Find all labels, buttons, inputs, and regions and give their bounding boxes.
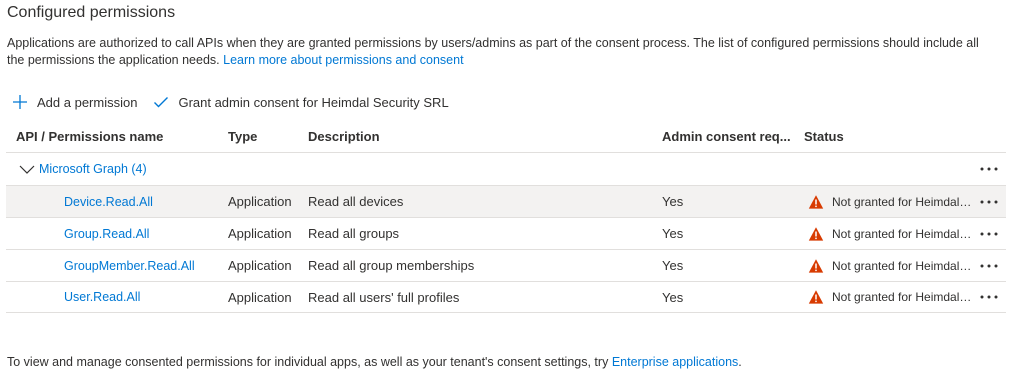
grant-admin-consent-button[interactable]: Grant admin consent for Heimdal Security…	[151, 92, 449, 112]
type-cell: Application	[228, 258, 292, 273]
admin-consent-cell: Yes	[662, 289, 684, 305]
warning-icon	[808, 226, 824, 242]
permission-link[interactable]: GroupMember.Read.All	[64, 250, 195, 281]
table-row[interactable]: Device.Read.All Application Read all dev…	[6, 185, 1006, 217]
description-cell: Read all group memberships	[308, 258, 475, 273]
warning-icon	[808, 194, 824, 210]
type-cell: Application	[228, 289, 292, 305]
group-row-microsoft-graph: Microsoft Graph (4)	[6, 153, 1006, 185]
more-cell	[976, 250, 1002, 281]
footer-note: To view and manage consented permissions…	[7, 355, 742, 369]
permission-link[interactable]: Device.Read.All	[64, 186, 153, 217]
more-icon[interactable]	[977, 192, 1001, 212]
status-cell: Not granted for Heimdal Security SRL	[804, 218, 974, 249]
section-title: Configured permissions	[7, 4, 176, 21]
group-more-cell	[976, 153, 1002, 185]
more-cell	[976, 282, 1002, 312]
warning-icon	[808, 289, 824, 305]
plus-icon	[10, 92, 30, 112]
status-text: Not granted for Heimdal Security SRL	[832, 290, 972, 304]
table-row[interactable]: Group.Read.All Application Read all grou…	[6, 217, 1006, 249]
column-header-admin-consent[interactable]: Admin consent req...	[662, 120, 802, 152]
warning-icon	[808, 258, 824, 274]
section-description: Applications are authorized to call APIs…	[7, 35, 997, 69]
permission-link[interactable]: Group.Read.All	[64, 218, 149, 249]
add-permission-button[interactable]: Add a permission	[10, 92, 137, 112]
table-row[interactable]: GroupMember.Read.All Application Read al…	[6, 249, 1006, 281]
status-text: Not granted for Heimdal Security SRL	[832, 258, 972, 273]
table-header: API / Permissions name Type Description …	[6, 120, 1006, 153]
description-cell: Read all devices	[308, 194, 404, 209]
toolbar: Add a permission Grant admin consent for…	[10, 90, 463, 114]
status-text: Not granted for Heimdal Security SRL	[832, 194, 972, 209]
status-cell: Not granted for Heimdal Security SRL	[804, 186, 974, 217]
enterprise-applications-link[interactable]: Enterprise applications	[612, 355, 738, 369]
type-cell: Application	[228, 194, 292, 209]
column-header-api[interactable]: API / Permissions name	[16, 120, 221, 152]
more-icon[interactable]	[977, 287, 1001, 307]
status-cell: Not granted for Heimdal Security SRL	[804, 282, 974, 312]
checkmark-icon	[151, 92, 171, 112]
description-text: Applications are authorized to call APIs…	[7, 36, 979, 67]
grant-admin-consent-label: Grant admin consent for Heimdal Security…	[178, 94, 449, 110]
footer-text: To view and manage consented permissions…	[7, 355, 609, 369]
more-icon[interactable]	[977, 159, 1001, 179]
status-text: Not granted for Heimdal Security SRL	[832, 226, 972, 241]
column-header-status[interactable]: Status	[804, 120, 974, 152]
admin-consent-cell: Yes	[662, 226, 684, 241]
type-cell: Application	[228, 226, 292, 241]
column-header-type[interactable]: Type	[228, 120, 306, 152]
more-cell	[976, 218, 1002, 249]
more-icon[interactable]	[977, 224, 1001, 244]
group-toggle[interactable]: Microsoft Graph (4)	[19, 153, 147, 185]
group-label: Microsoft Graph (4)	[39, 162, 147, 176]
description-cell: Read all groups	[308, 226, 400, 241]
more-icon[interactable]	[977, 256, 1001, 276]
status-cell: Not granted for Heimdal Security SRL	[804, 250, 974, 281]
column-header-description[interactable]: Description	[308, 120, 658, 152]
more-cell	[976, 186, 1002, 217]
permissions-table: API / Permissions name Type Description …	[6, 120, 1006, 313]
permission-link[interactable]: User.Read.All	[64, 282, 140, 312]
learn-more-link[interactable]: Learn more about permissions and consent	[223, 53, 463, 67]
table-row[interactable]: User.Read.All Application Read all users…	[6, 281, 1006, 313]
add-permission-label: Add a permission	[37, 94, 138, 110]
admin-consent-cell: Yes	[662, 194, 684, 209]
chevron-down-icon	[19, 161, 35, 177]
admin-consent-cell: Yes	[662, 258, 684, 273]
description-cell: Read all users' full profiles	[308, 289, 460, 305]
footer-period: .	[738, 355, 742, 369]
